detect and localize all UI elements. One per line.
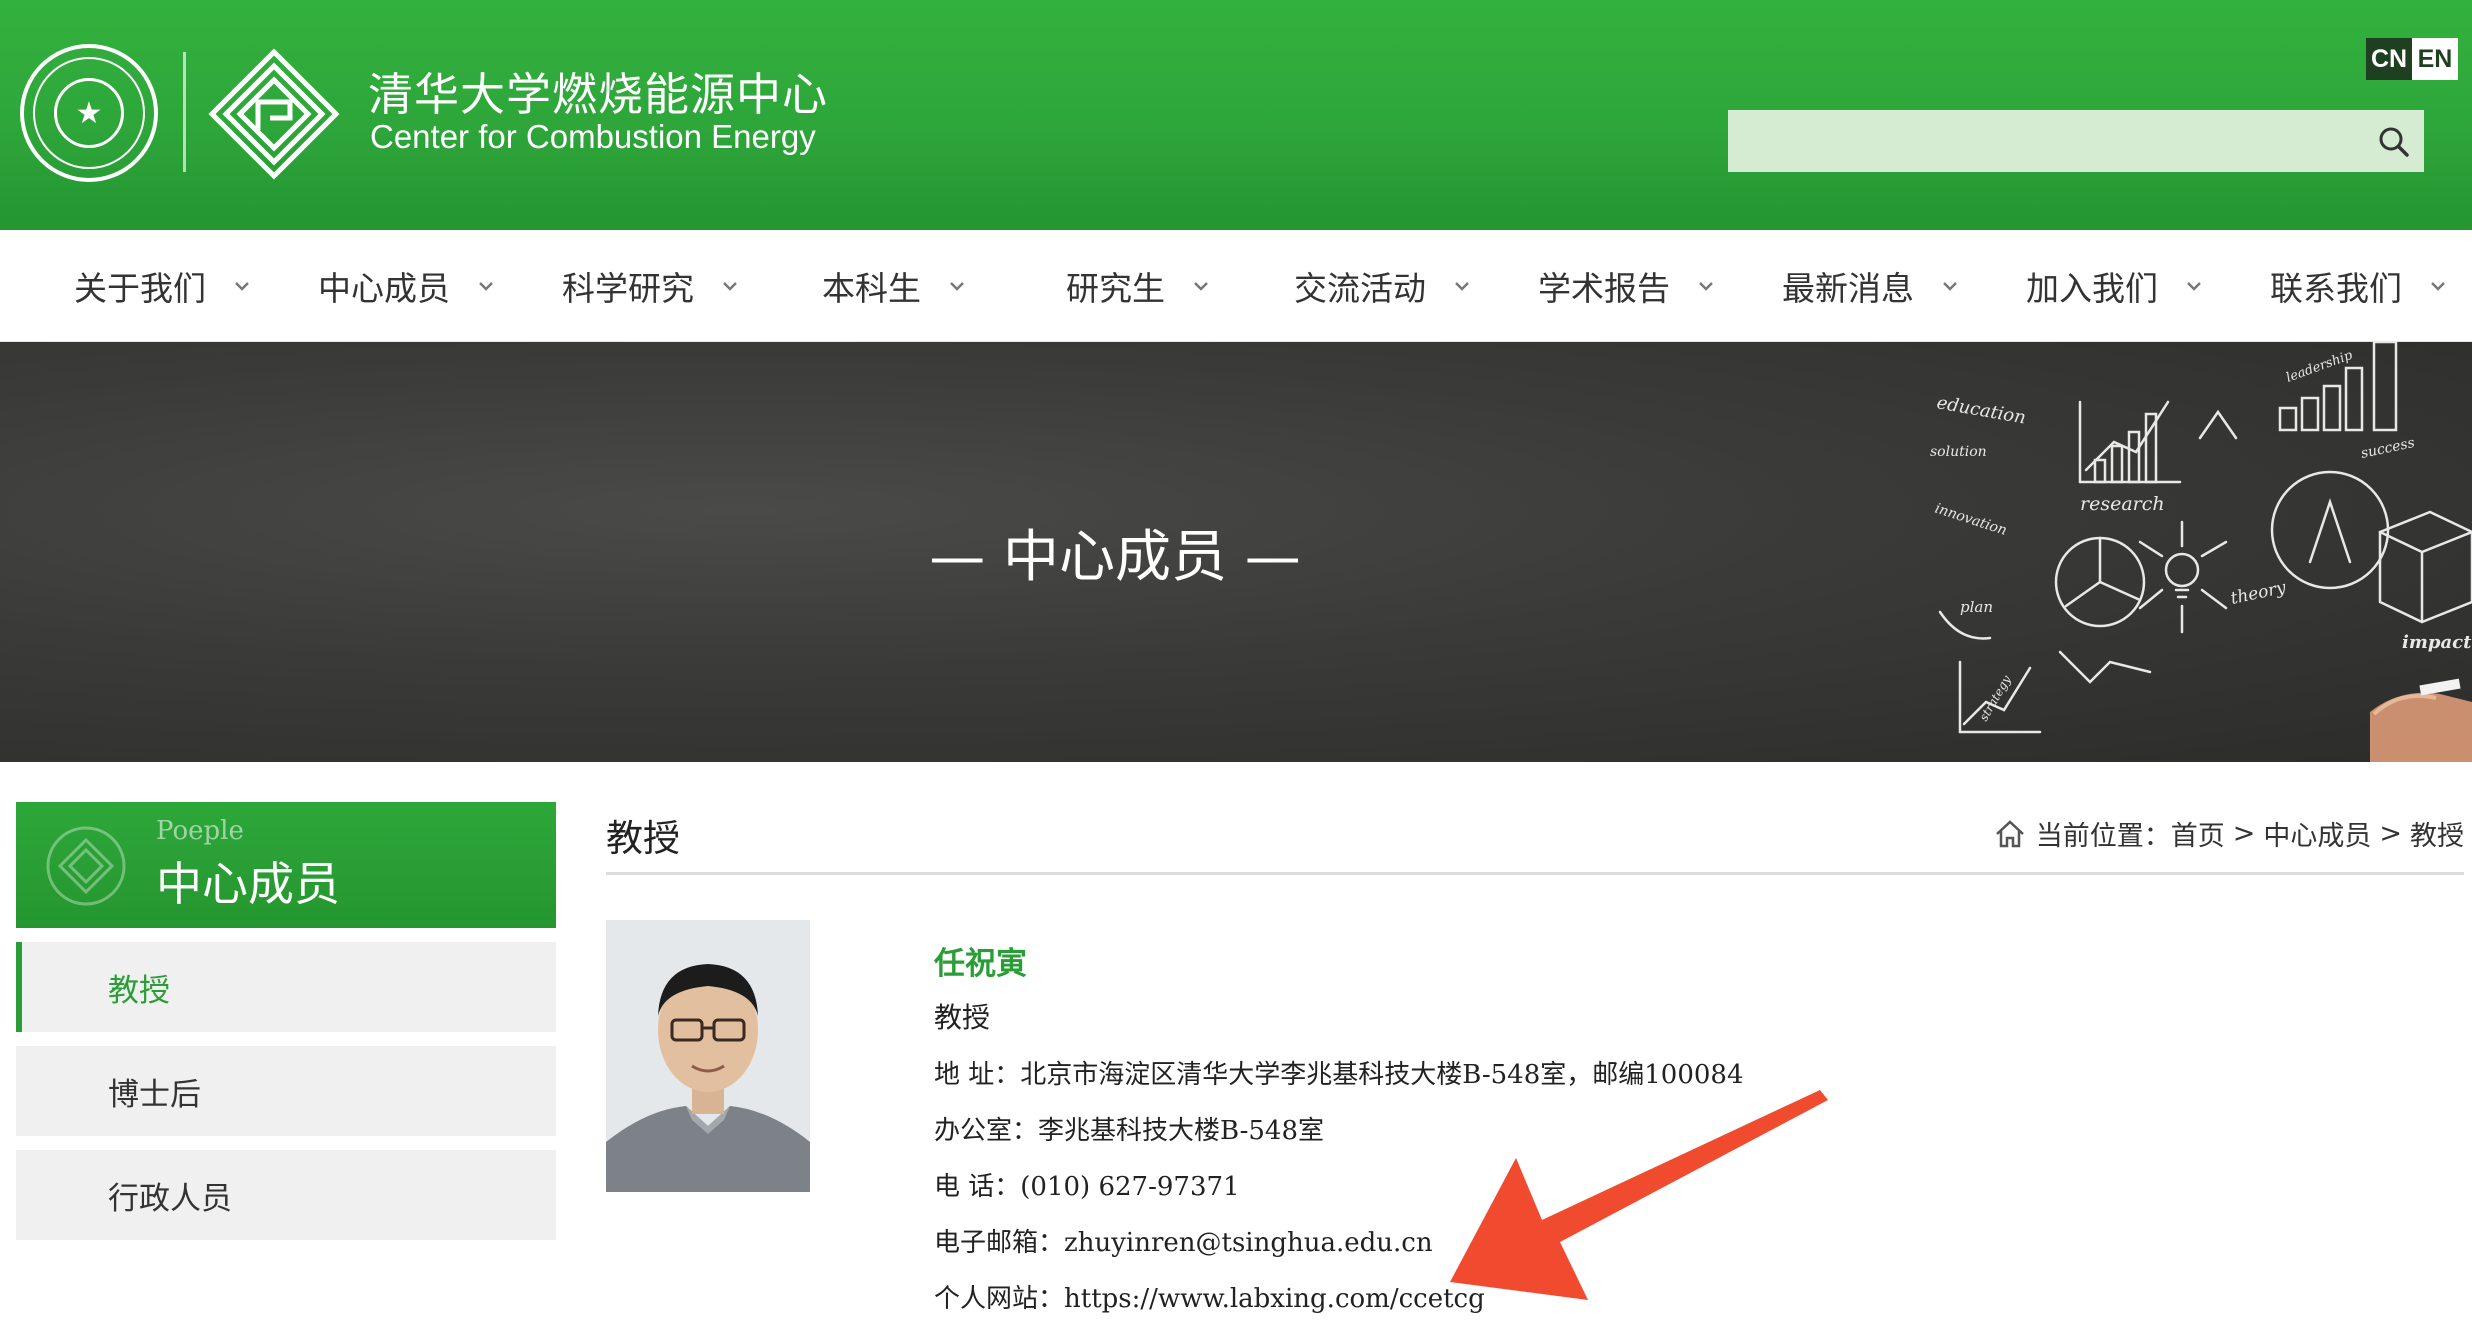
chevron-down-icon bbox=[2187, 282, 2201, 291]
sidebar-item-label: 教授 bbox=[108, 972, 170, 1009]
home-icon bbox=[1995, 819, 2024, 847]
breadcrumb-prefix: 当前位置： bbox=[2035, 821, 2171, 852]
doodle-word: leadership bbox=[2284, 348, 2355, 386]
cce-circle-logo bbox=[46, 826, 126, 906]
chevron-down-icon bbox=[235, 282, 249, 291]
chevron-down-icon bbox=[1943, 282, 1957, 291]
sidebar-item-staff[interactable]: 行政人员 bbox=[16, 1150, 556, 1240]
sidebar-item-label: 行政人员 bbox=[108, 1180, 232, 1217]
nav-item-label: 本科生 bbox=[822, 269, 921, 308]
annotation-arrow-icon bbox=[1450, 1090, 1828, 1300]
site-title-cn[interactable]: 清华大学燃烧能源中心 bbox=[368, 58, 828, 123]
nav-item-exchange[interactable]: 交流活动 bbox=[1294, 230, 1470, 342]
sidebar-header: Poeple 中心成员 bbox=[16, 802, 556, 928]
nav-item-undergrad[interactable]: 本科生 bbox=[822, 230, 965, 342]
chalkboard-doodle-illustration: education solution innovation plan resea… bbox=[1930, 342, 2472, 762]
nav-item-label: 联系我们 bbox=[2270, 269, 2402, 308]
breadcrumb-link-members[interactable]: 中心成员 bbox=[2263, 814, 2371, 853]
chevron-down-icon bbox=[1455, 282, 1469, 291]
doodle-word: strategy bbox=[1976, 673, 2013, 724]
person-position: 教授 bbox=[934, 1001, 991, 1034]
seal-ring: ★ bbox=[33, 57, 145, 169]
chevron-down-icon bbox=[950, 282, 964, 291]
profile-photo bbox=[606, 920, 810, 1192]
lang-cn-button[interactable]: CN bbox=[2366, 38, 2412, 80]
doodle-word: success bbox=[2360, 435, 2417, 462]
nav-item-members[interactable]: 中心成员 bbox=[318, 230, 494, 342]
chevron-down-icon bbox=[1194, 282, 1208, 291]
person-office: 办公室：李兆基科技大楼B-548室 bbox=[934, 1116, 1325, 1146]
title-divider bbox=[606, 872, 2464, 875]
page-title: 教授 bbox=[606, 817, 680, 860]
chevron-down-icon bbox=[479, 282, 493, 291]
nav-item-about[interactable]: 关于我们 bbox=[74, 230, 250, 342]
main-nav: 关于我们 中心成员 科学研究 本科生 研究生 交流活动 学术报告 最新消息 加入… bbox=[0, 230, 2472, 342]
nav-item-label: 科学研究 bbox=[562, 269, 694, 308]
nav-item-research[interactable]: 科学研究 bbox=[562, 230, 738, 342]
sidebar-header-en: Poeple bbox=[156, 816, 244, 846]
doodle-word: theory bbox=[2229, 578, 2288, 609]
cce-diamond-logo[interactable] bbox=[208, 48, 340, 180]
nav-item-graduate[interactable]: 研究生 bbox=[1066, 230, 1209, 342]
seal-star-icon: ★ bbox=[54, 78, 124, 148]
nav-item-join[interactable]: 加入我们 bbox=[2026, 230, 2202, 342]
sidebar-item-professors[interactable]: 教授 bbox=[16, 942, 556, 1032]
sidebar-item-label: 博士后 bbox=[108, 1076, 201, 1113]
nav-item-contact[interactable]: 联系我们 bbox=[2270, 230, 2446, 342]
nav-item-label: 研究生 bbox=[1066, 269, 1165, 308]
breadcrumb-link-professors[interactable]: 教授 bbox=[2410, 814, 2464, 853]
doodle-word: solution bbox=[1930, 444, 1987, 460]
doodle-word: plan bbox=[1960, 598, 1993, 616]
person-phone: 电 话：(010) 627-97371 bbox=[934, 1172, 1240, 1202]
nav-item-seminars[interactable]: 学术报告 bbox=[1538, 230, 1714, 342]
nav-item-news[interactable]: 最新消息 bbox=[1782, 230, 1958, 342]
nav-item-label: 学术报告 bbox=[1538, 269, 1670, 308]
person-email[interactable]: 电子邮箱：zhuyinren@tsinghua.edu.cn bbox=[934, 1222, 1433, 1259]
doodle-word: education bbox=[1935, 392, 2027, 428]
doodle-word: impact bbox=[2402, 632, 2472, 653]
tsinghua-seal-logo[interactable]: ★ bbox=[20, 44, 158, 182]
chevron-down-icon bbox=[2431, 282, 2445, 291]
banner-title: — 中心成员 — bbox=[929, 524, 1301, 590]
person-name: 任祝寅 bbox=[934, 946, 1027, 982]
nav-item-label: 交流活动 bbox=[1294, 269, 1426, 308]
sidebar-item-postdocs[interactable]: 博士后 bbox=[16, 1046, 556, 1136]
doodle-word: research bbox=[2080, 493, 2165, 515]
nav-item-label: 中心成员 bbox=[318, 269, 450, 308]
search-icon[interactable] bbox=[2376, 124, 2410, 158]
nav-item-label: 最新消息 bbox=[1782, 269, 1914, 308]
person-website[interactable]: 个人网站：https://www.labxing.com/ccetcg bbox=[934, 1278, 1485, 1315]
site-header: ★ 清华大学燃烧能源中心 Center for Combustion Energ… bbox=[0, 0, 2472, 230]
search-input[interactable] bbox=[1728, 110, 2424, 172]
nav-item-label: 加入我们 bbox=[2026, 269, 2158, 308]
chevron-down-icon bbox=[723, 282, 737, 291]
portrait-illustration bbox=[606, 920, 810, 1192]
sidebar-header-cn: 中心成员 bbox=[156, 857, 340, 911]
breadcrumb-separator: > bbox=[2379, 818, 2402, 849]
lang-en-button[interactable]: EN bbox=[2412, 38, 2458, 80]
language-switch: CN EN bbox=[2366, 38, 2458, 80]
nav-item-label: 关于我们 bbox=[74, 269, 206, 308]
header-divider bbox=[183, 52, 186, 172]
doodle-word: innovation bbox=[1933, 501, 2009, 539]
site-title-en[interactable]: Center for Combustion Energy bbox=[370, 118, 816, 156]
breadcrumb-link-home[interactable]: 首页 bbox=[2171, 814, 2225, 853]
breadcrumb: 当前位置： 首页 > 中心成员 > 教授 bbox=[1994, 814, 2464, 853]
chevron-down-icon bbox=[1699, 282, 1713, 291]
page-banner: — 中心成员 — education solution innovation p… bbox=[0, 342, 2472, 762]
breadcrumb-separator: > bbox=[2232, 818, 2256, 849]
